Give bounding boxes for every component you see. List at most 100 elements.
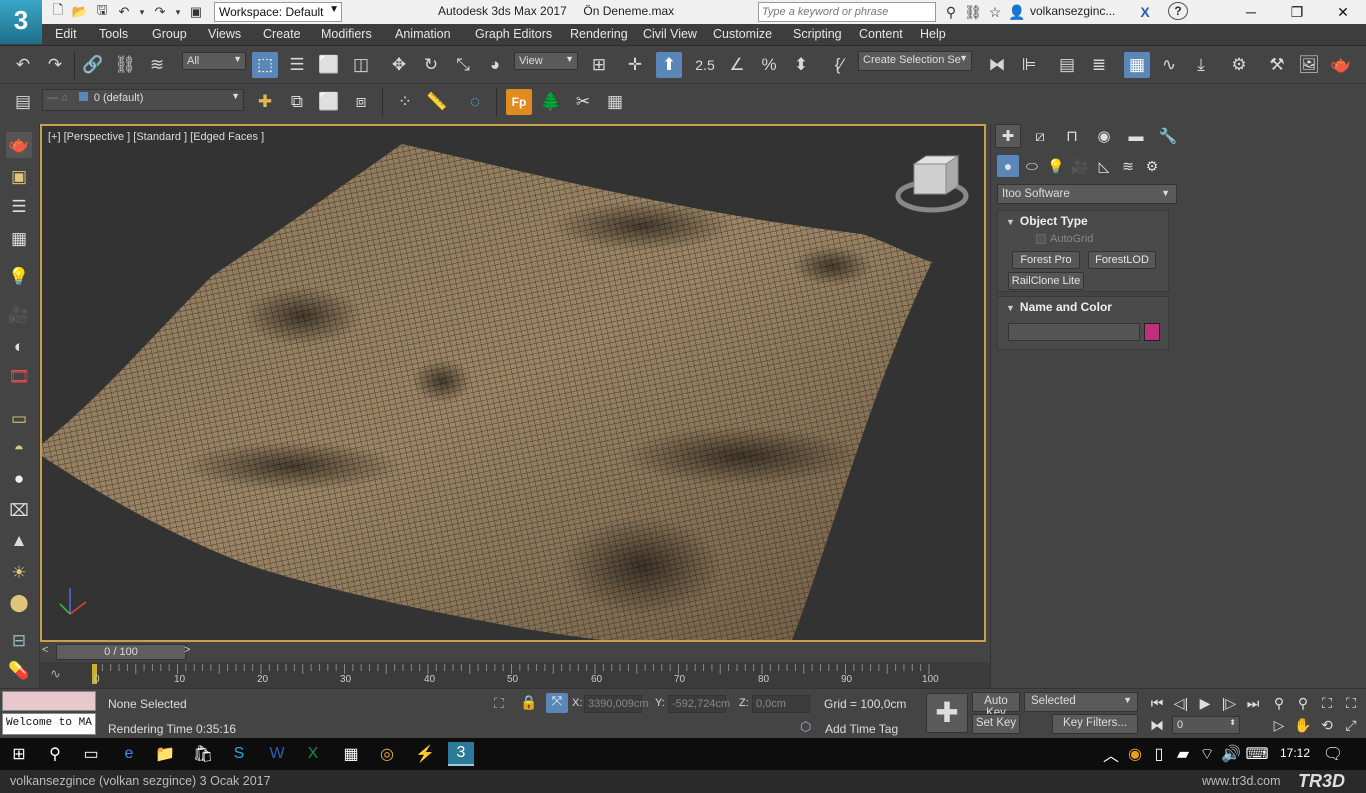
redo-dropdown-icon[interactable]: ▾ [172, 3, 184, 21]
undo-dropdown-icon[interactable]: ▾ [136, 3, 148, 21]
unlink-icon[interactable]: ⛓ [112, 52, 138, 78]
shapes-icon[interactable]: ⬭ [1021, 155, 1043, 177]
tray-app-icon[interactable]: ◉ [1122, 742, 1148, 766]
maximize-icon[interactable]: ❐ [1274, 0, 1320, 24]
open-file-icon[interactable]: 📂 [70, 3, 90, 21]
grid-table-icon[interactable]: ▦ [602, 89, 628, 115]
pan-icon[interactable]: ✋ [1292, 714, 1314, 736]
create-tab-icon[interactable]: ✚ [995, 124, 1021, 148]
file-explorer-icon[interactable]: 📁 [152, 742, 178, 766]
angle-snap-icon[interactable]: ∠ [724, 52, 750, 78]
battery-icon[interactable]: ▯ [1146, 742, 1172, 766]
display-tab-icon[interactable]: ▬ [1123, 124, 1149, 148]
chrome-icon[interactable]: ◎ [374, 742, 400, 766]
grid-brush-icon[interactable]: ⊟ [6, 628, 32, 654]
z-coordinate-field[interactable]: 0,0cm [752, 695, 810, 713]
key-filters-button[interactable]: Key Filters... [1052, 714, 1138, 734]
manipulate-icon[interactable]: ✛ [622, 52, 648, 78]
reference-coordinate-dropdown[interactable]: View ▼ [514, 52, 578, 70]
sun-icon[interactable]: ☀ [6, 560, 32, 586]
menu-animation[interactable]: Animation [395, 27, 451, 41]
redo-icon[interactable]: ↷ [42, 52, 68, 78]
mirror-icon[interactable]: ⧓ [984, 52, 1010, 78]
utilities-tab-icon[interactable]: 🔧 [1155, 124, 1181, 148]
space-warps-icon[interactable]: ≋ [1117, 155, 1139, 177]
zoom-extents-icon[interactable]: ⛶ [1316, 692, 1338, 714]
x-coordinate-field[interactable]: 3390,009cm [584, 695, 649, 713]
select-object-icon[interactable]: ⬚ [252, 52, 278, 78]
perspective-viewport[interactable]: [+] [Perspective ] [Standard ] [Edged Fa… [40, 124, 986, 642]
maxscript-listener-top[interactable] [2, 691, 96, 711]
spinner-icon[interactable]: ⬍ [1229, 718, 1236, 727]
menu-customize[interactable]: Customize [713, 27, 772, 41]
motion-tab-icon[interactable]: ◉ [1091, 124, 1117, 148]
timeline-track[interactable]: ∿ 0 10 20 30 40 50 60 70 80 90 100 [40, 662, 990, 688]
3dsmax-taskbar-icon[interactable]: 3 [448, 742, 474, 766]
placement-icon[interactable]: ◕ [482, 52, 508, 78]
set-key-button[interactable]: Set Key [972, 714, 1020, 734]
pill-icon[interactable]: 💊 [6, 658, 32, 684]
toggle-ribbon-icon[interactable]: ▦ [1124, 52, 1150, 78]
tray-chevron-icon[interactable]: ︿ [1098, 742, 1124, 766]
layer-visibility-icon[interactable]: — ⌂ [47, 92, 68, 104]
forest-pro-button[interactable]: Forest Pro [1012, 251, 1080, 269]
curve-icon[interactable]: ∿ [50, 666, 61, 682]
rotate-icon[interactable]: ↻ [418, 52, 444, 78]
menu-edit[interactable]: Edit [55, 27, 77, 41]
menu-tools[interactable]: Tools [99, 27, 128, 41]
app-icon[interactable]: ⚡ [412, 742, 438, 766]
new-file-icon[interactable]: 🗋 [48, 2, 68, 21]
maximize-viewport-icon[interactable]: ⤢ [1340, 714, 1362, 736]
word-icon[interactable]: W [264, 742, 290, 766]
play-icon[interactable]: ▶ [1194, 692, 1216, 714]
current-frame-field[interactable]: 0 ⬍ [1172, 716, 1240, 734]
notifications-icon[interactable]: 🗨 [1320, 742, 1346, 766]
add-time-tag[interactable]: Add Time Tag [825, 722, 898, 736]
display-icon[interactable]: ◐ [6, 334, 32, 360]
window-crossing-icon[interactable]: ◫ [348, 52, 374, 78]
category-dropdown[interactable]: Itoo Software ▼ [997, 184, 1177, 204]
orbit-icon[interactable]: ⟲ [1316, 714, 1338, 736]
exchange-icon[interactable]: X [1134, 2, 1156, 22]
current-layer-dropdown[interactable]: — ⌂ 0 (default) ▼ [42, 89, 244, 111]
rendered-frame-window-icon[interactable]: 🖼 [1296, 52, 1322, 78]
edge-icon[interactable]: e [116, 742, 142, 766]
search-icon[interactable]: ⚲ [42, 742, 68, 766]
curve-editor-icon[interactable]: ∿ [1156, 52, 1182, 78]
light-icon[interactable]: 💡 [6, 264, 32, 290]
wifi-icon[interactable]: ⌔ [1194, 742, 1220, 766]
keyboard-icon[interactable]: ⌨ [1244, 742, 1270, 766]
key-mode-toggle-icon[interactable]: ⧓ [1146, 714, 1168, 736]
viewport-label[interactable]: [+] [Perspective ] [Standard ] [Edged Fa… [48, 131, 264, 143]
render-setup-icon[interactable]: ⚒ [1264, 52, 1290, 78]
render-production-icon[interactable]: 🫖 [1328, 52, 1354, 78]
link-icon[interactable]: 🔗 [80, 52, 106, 78]
object-color-swatch[interactable] [1144, 323, 1160, 341]
next-frame-icon[interactable]: > [184, 644, 196, 660]
railclone-lite-button[interactable]: RailClone Lite [1008, 272, 1084, 290]
spinner-snap-icon[interactable]: ⬍ [788, 52, 814, 78]
menu-graph-editors[interactable]: Graph Editors [475, 27, 552, 41]
volume-icon[interactable]: 🔊 [1218, 742, 1244, 766]
systems-icon[interactable]: ⚙ [1141, 155, 1163, 177]
time-tag-icon[interactable]: ⬡ [800, 719, 811, 735]
selection-filter-dropdown[interactable]: All ▼ [182, 52, 246, 70]
project-folder-icon[interactable]: ▣ [186, 3, 206, 21]
auto-key-button[interactable]: Auto Key [972, 692, 1020, 719]
network-icon[interactable]: ▰ [1170, 742, 1196, 766]
snaps-toggle-icon[interactable]: 2.5 [692, 52, 718, 78]
scene-explorer-icon[interactable]: ▤ [1054, 52, 1080, 78]
minimize-icon[interactable]: ─ [1228, 0, 1274, 24]
percent-snap-icon[interactable]: % [756, 52, 782, 78]
key-mode-dropdown[interactable]: Selected ▼ [1024, 692, 1138, 712]
sphere-icon[interactable]: ● [6, 466, 32, 492]
communication-icon[interactable]: ⛓ [962, 2, 984, 22]
dope-sheet-icon[interactable]: ⤓ [1188, 52, 1214, 78]
select-in-layer-icon[interactable]: ⬜ [316, 89, 342, 115]
binoculars-icon[interactable]: ⚲ [940, 2, 962, 22]
plane-icon[interactable]: ▭ [6, 406, 32, 432]
workspace-dropdown[interactable]: Workspace: Default ▼ [214, 2, 342, 22]
sphere-gold-icon[interactable]: ⬤ [6, 590, 32, 616]
user-icon[interactable]: 👤 [1006, 2, 1028, 22]
relative-absolute-icon[interactable]: ⤧ [546, 693, 568, 713]
